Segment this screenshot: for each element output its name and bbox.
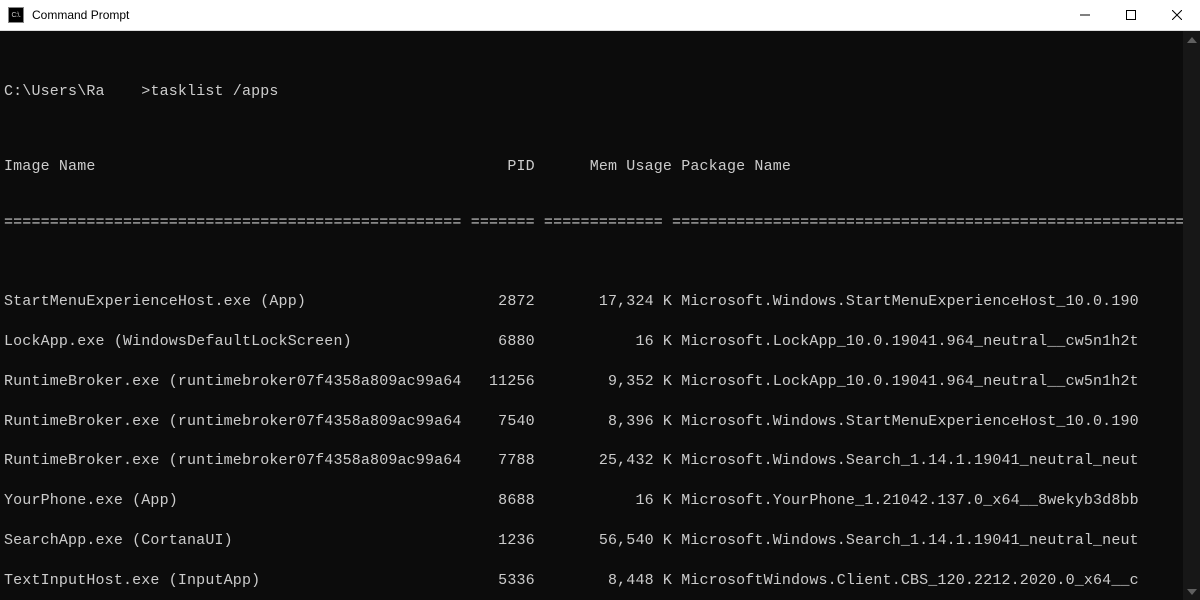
terminal-area[interactable]: C:\Users\Ra >tasklist /apps Image Name P…	[0, 31, 1200, 600]
window-title: Command Prompt	[32, 8, 1062, 22]
table-row: LockApp.exe (WindowsDefaultLockScreen) 6…	[4, 333, 1200, 352]
scrollbar[interactable]	[1183, 31, 1200, 600]
table-row: StartMenuExperienceHost.exe (App) 2872 1…	[4, 293, 1200, 312]
table-row: RuntimeBroker.exe (runtimebroker07f4358a…	[4, 452, 1200, 471]
command-text: tasklist /apps	[150, 83, 278, 100]
scroll-down-icon[interactable]	[1183, 583, 1200, 600]
close-button[interactable]	[1154, 0, 1200, 30]
table-header: Image Name PID Mem Usage Package Name	[4, 158, 1200, 177]
table-divider: ========================================…	[4, 214, 1200, 233]
table-body: StartMenuExperienceHost.exe (App) 2872 1…	[4, 293, 1200, 600]
table-row: TextInputHost.exe (InputApp) 5336 8,448 …	[4, 572, 1200, 591]
table-row: SearchApp.exe (CortanaUI) 1236 56,540 K …	[4, 532, 1200, 551]
table-row: YourPhone.exe (App) 8688 16 K Microsoft.…	[4, 492, 1200, 511]
table-row: RuntimeBroker.exe (runtimebroker07f4358a…	[4, 413, 1200, 432]
terminal-content: C:\Users\Ra >tasklist /apps Image Name P…	[0, 31, 1200, 600]
app-icon: C:\.	[8, 7, 24, 23]
scroll-up-icon[interactable]	[1183, 31, 1200, 48]
titlebar: C:\. Command Prompt	[0, 0, 1200, 31]
minimize-button[interactable]	[1062, 0, 1108, 30]
maximize-button[interactable]	[1108, 0, 1154, 30]
prompt-path: C:\Users\Ra	[4, 83, 105, 100]
table-row: RuntimeBroker.exe (runtimebroker07f4358a…	[4, 373, 1200, 392]
window-controls	[1062, 0, 1200, 30]
